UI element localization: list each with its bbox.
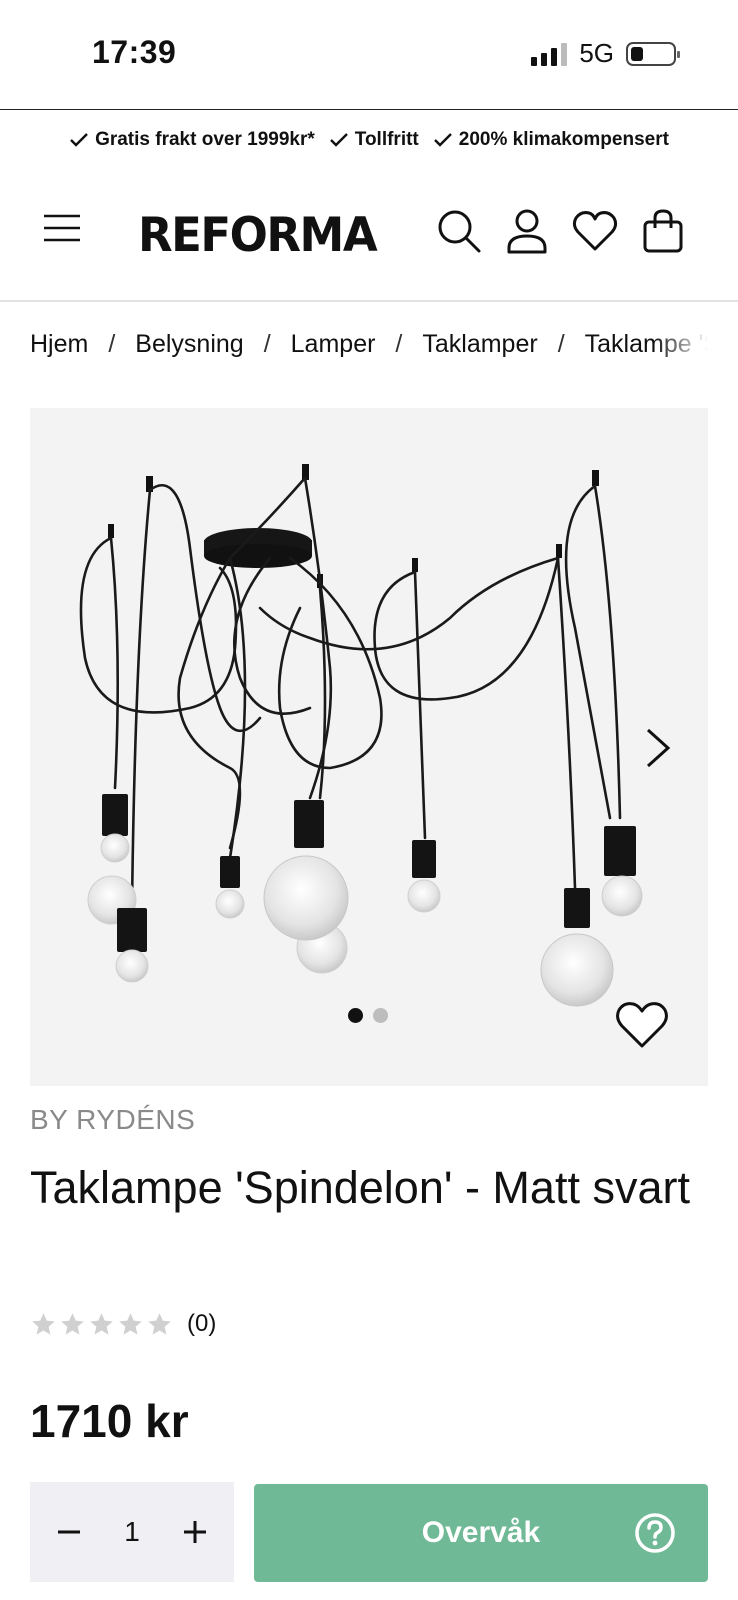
breadcrumb-link[interactable]: Lamper bbox=[291, 330, 376, 370]
star-icon bbox=[148, 1312, 171, 1335]
star-icon bbox=[119, 1312, 142, 1335]
product-rating[interactable]: (0) bbox=[30, 1310, 216, 1338]
menu-icon[interactable] bbox=[42, 212, 82, 244]
usp-label: 200% klimakompensert bbox=[458, 129, 669, 150]
usp-label: Tollfritt bbox=[354, 129, 419, 150]
breadcrumb-link[interactable]: Taklamper bbox=[422, 330, 537, 370]
product-brand[interactable]: BY RYDÉNS bbox=[30, 1104, 195, 1136]
signal-icon bbox=[531, 42, 568, 66]
breadcrumb-separator: / bbox=[263, 330, 271, 358]
next-image-icon[interactable] bbox=[642, 726, 674, 770]
watch-product-button[interactable]: Overvåk bbox=[254, 1484, 708, 1582]
usp-item: 200% klimakompensert bbox=[433, 129, 669, 151]
breadcrumb-current: Taklampe 'Spindelon' - Matt svart bbox=[584, 330, 708, 358]
status-time: 17:39 bbox=[92, 34, 177, 70]
pagination-dot[interactable] bbox=[373, 1008, 388, 1023]
star-icon bbox=[90, 1312, 113, 1335]
battery-icon bbox=[626, 41, 680, 66]
breadcrumb-separator: / bbox=[108, 330, 116, 358]
site-logo[interactable]: REFORMA bbox=[138, 207, 378, 263]
wishlist-icon[interactable] bbox=[572, 208, 618, 254]
product-price: 1710 kr bbox=[30, 1395, 189, 1447]
check-icon bbox=[433, 133, 452, 147]
network-type: 5G bbox=[579, 38, 614, 68]
account-icon[interactable] bbox=[504, 208, 550, 254]
pagination-dot[interactable] bbox=[348, 1008, 363, 1023]
usp-item: Tollfritt bbox=[329, 129, 419, 151]
quantity-value[interactable]: 1 bbox=[124, 1516, 140, 1548]
product-image-gallery[interactable] bbox=[30, 408, 708, 1086]
breadcrumb-separator: / bbox=[557, 330, 565, 358]
usp-bar: Gratis frakt over 1999kr* Tollfritt 200%… bbox=[0, 112, 738, 168]
search-icon[interactable] bbox=[436, 208, 482, 254]
breadcrumb: Hjem / Belysning / Lamper / Taklamper / … bbox=[30, 330, 708, 370]
gallery-pagination bbox=[348, 1008, 388, 1023]
help-icon[interactable] bbox=[634, 1512, 676, 1554]
watch-button-label: Overvåk bbox=[421, 1516, 541, 1549]
site-header: REFORMA bbox=[0, 168, 738, 302]
product-image bbox=[79, 464, 643, 1007]
status-indicators: 5G bbox=[531, 38, 680, 69]
breadcrumb-link[interactable]: Belysning bbox=[135, 330, 243, 370]
cart-icon[interactable] bbox=[640, 208, 686, 254]
star-icon bbox=[32, 1312, 55, 1335]
minus-icon[interactable] bbox=[54, 1517, 84, 1547]
breadcrumb-link[interactable]: Hjem bbox=[30, 330, 88, 370]
battery-level bbox=[631, 46, 643, 61]
check-icon bbox=[70, 133, 88, 147]
check-icon bbox=[329, 133, 348, 147]
usp-item: Gratis frakt over 1999kr* bbox=[69, 129, 315, 151]
rating-count: (0) bbox=[187, 1310, 217, 1337]
product-title: Taklampe 'Spindelon' - Matt svart bbox=[30, 1162, 690, 1213]
usp-label: Gratis frakt over 1999kr* bbox=[95, 129, 315, 150]
plus-icon[interactable] bbox=[180, 1517, 210, 1547]
star-icon bbox=[61, 1312, 84, 1335]
breadcrumb-separator: / bbox=[395, 330, 403, 358]
quantity-stepper: 1 bbox=[30, 1482, 234, 1582]
status-bar: 17:39 5G bbox=[0, 0, 738, 110]
add-to-wishlist-icon[interactable] bbox=[614, 1000, 670, 1050]
